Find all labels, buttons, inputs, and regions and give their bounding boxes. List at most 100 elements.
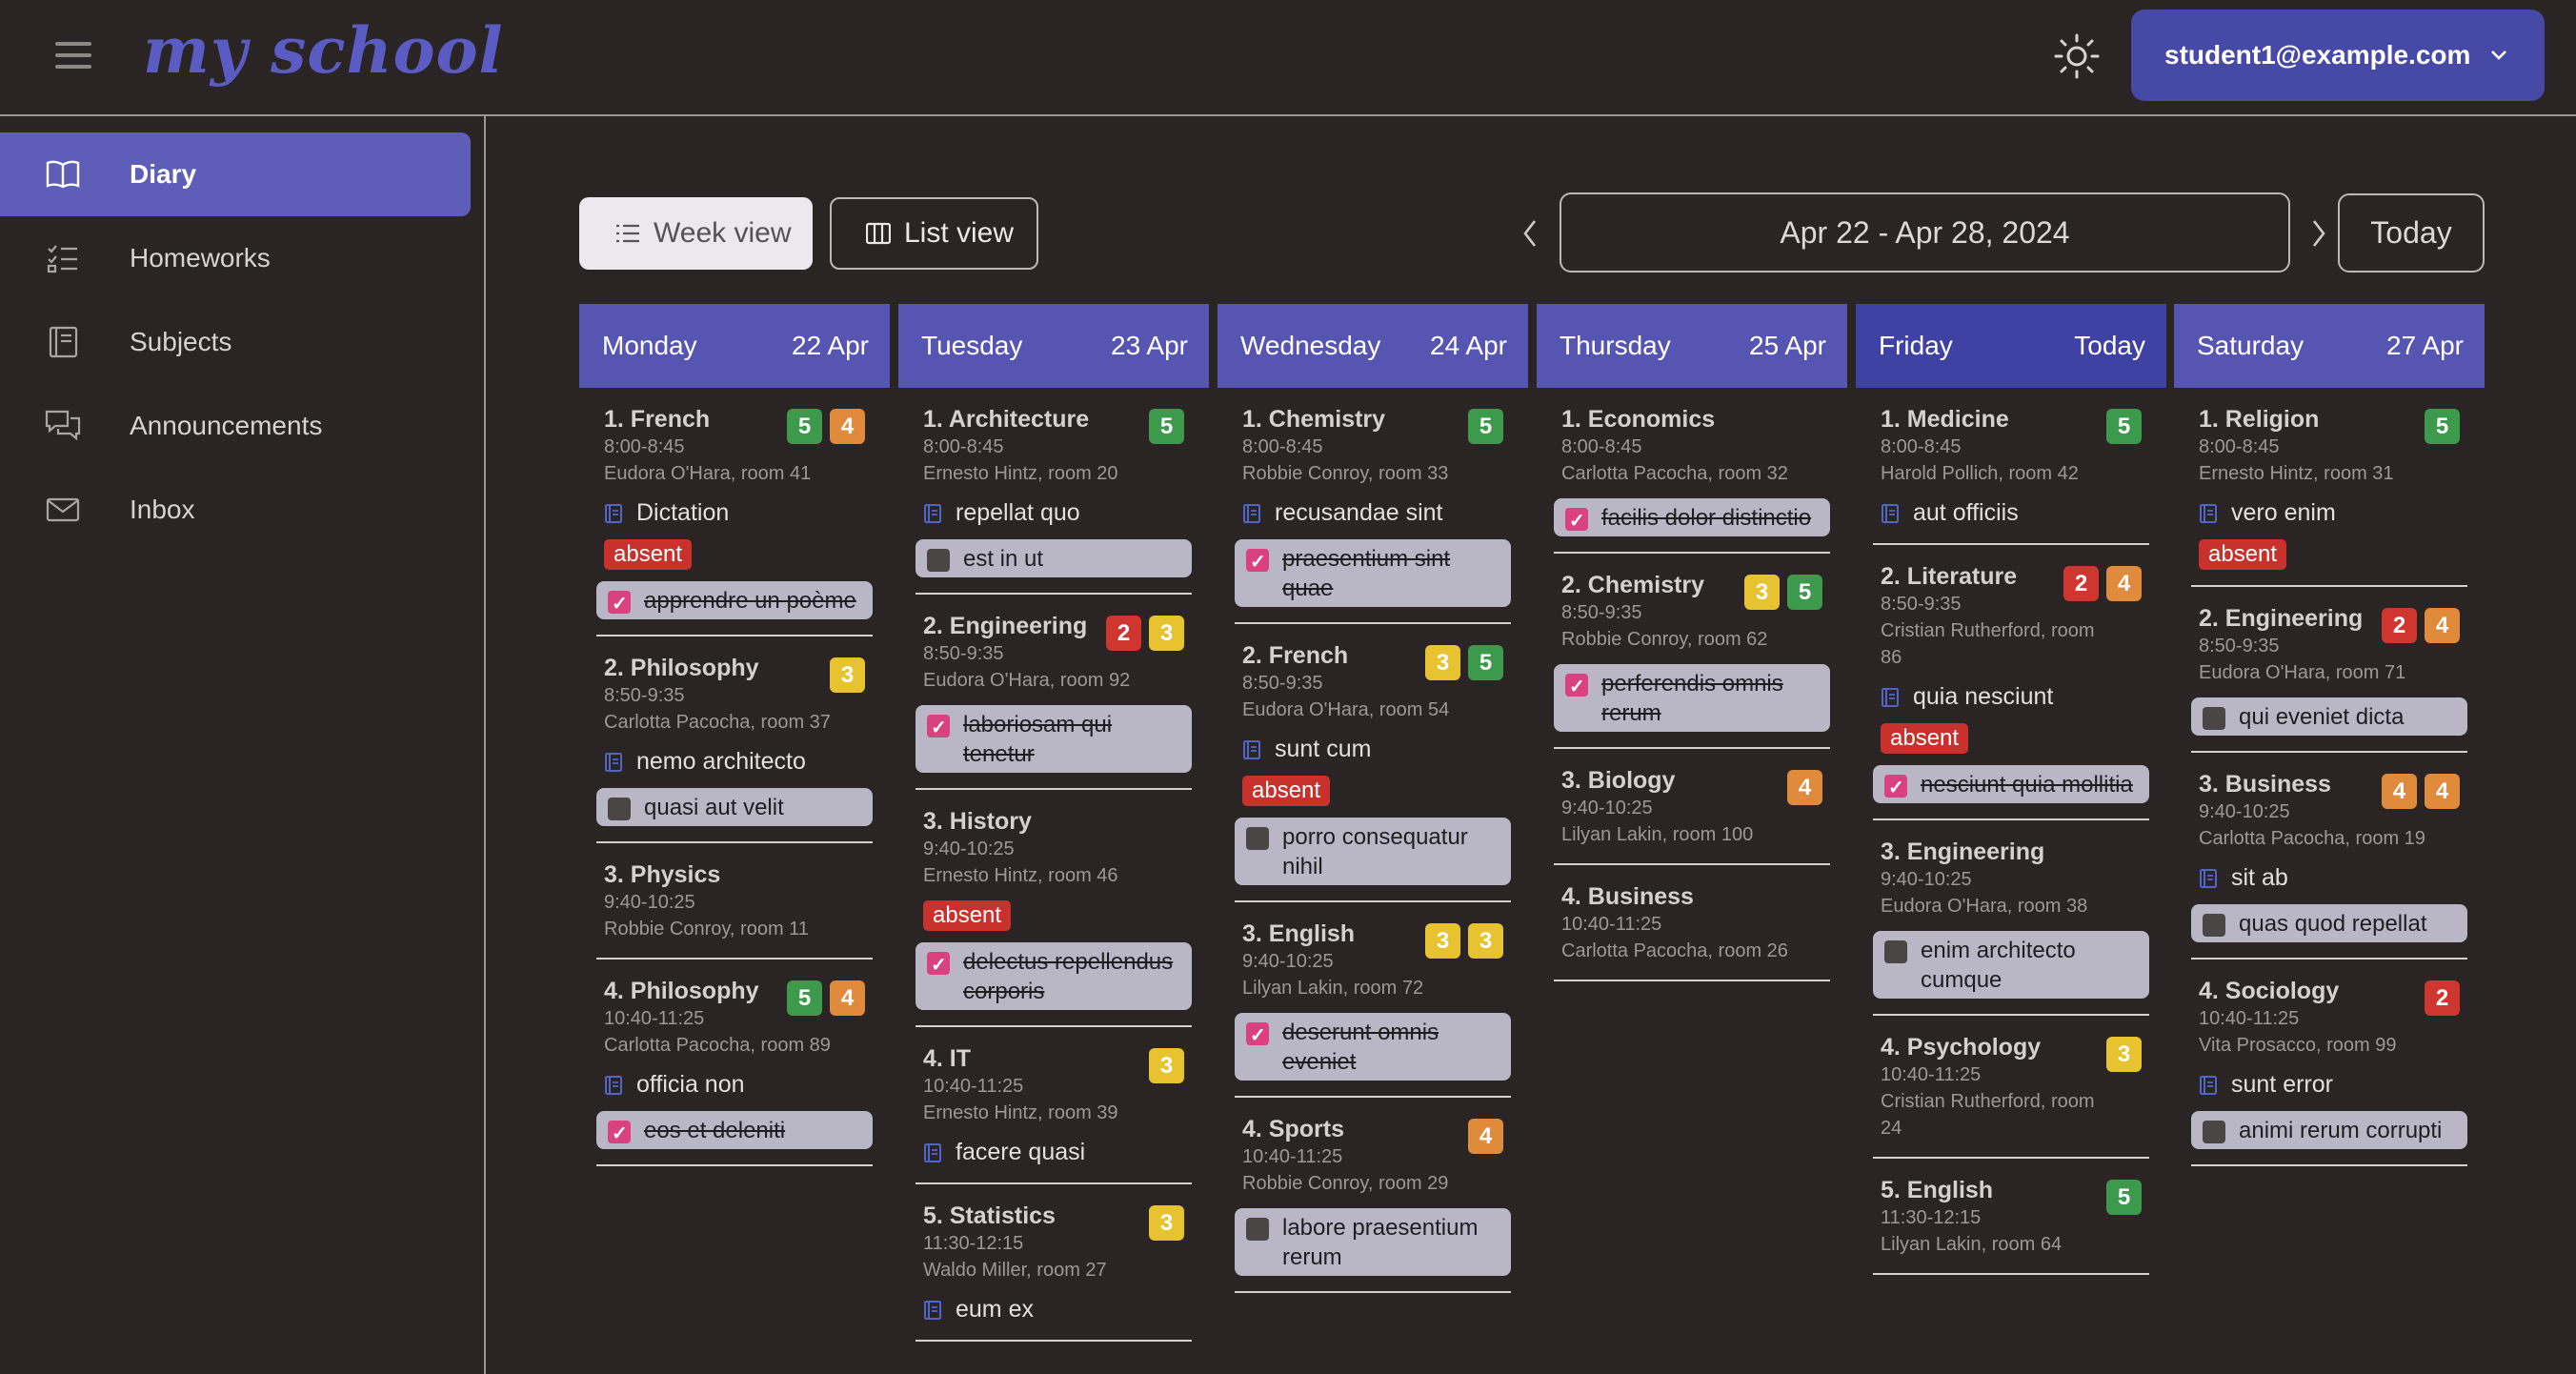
lesson-title[interactable]: 1. French — [596, 405, 777, 434]
homework-checkbox[interactable] — [608, 590, 631, 619]
lesson-card[interactable]: 3. Biology 9:40-10:25 Lilyan Lakin, room 1… — [1554, 749, 1830, 865]
lesson-title[interactable]: 4. Business — [1554, 882, 1735, 911]
lesson-title[interactable]: 2. French — [1235, 641, 1416, 670]
lesson-card[interactable]: 2. Philosophy 8:50-9:35 Carlotta Pacocha, … — [596, 636, 873, 843]
lesson-card[interactable]: 1. Architecture 8:00-8:45 Ernesto Hintz, r… — [916, 388, 1192, 595]
lesson-card[interactable]: 4. Business 10:40-11:25 Carlotta Pacocha, … — [1554, 865, 1830, 981]
sidebar-item-inbox[interactable]: Inbox — [0, 468, 471, 552]
week-view-button[interactable]: Week view — [579, 197, 813, 270]
grade-badge[interactable]: 5 — [1149, 409, 1184, 444]
lesson-title[interactable]: 4. Sports — [1235, 1115, 1416, 1143]
lesson-title[interactable]: 1. Medicine — [1873, 405, 2054, 434]
homework-item[interactable]: delectus repellendus corporis — [916, 942, 1192, 1010]
lesson-card[interactable]: 1. Economics 8:00-8:45 Carlotta Pacocha, r… — [1554, 388, 1830, 554]
lesson-title[interactable]: 4. IT — [916, 1044, 1097, 1073]
today-button[interactable]: Today — [2338, 193, 2485, 273]
homework-item[interactable]: qui eveniet dicta — [2191, 697, 2467, 736]
lesson-card[interactable]: 2. Literature 8:50-9:35 Cristian Rutherfor… — [1873, 545, 2149, 820]
lesson-card[interactable]: 4. Psychology 10:40-11:25 Cristian Rutherf… — [1873, 1016, 2149, 1159]
grade-badge[interactable]: 5 — [1468, 409, 1503, 444]
lesson-card[interactable]: 3. Engineering 9:40-10:25 Eudora O'Hara, r… — [1873, 820, 2149, 1016]
lesson-title[interactable]: 2. Literature — [1873, 562, 2054, 591]
lesson-title[interactable]: 3. Engineering — [1873, 838, 2054, 866]
user-menu-button[interactable]: student1@example.com — [2131, 10, 2545, 101]
lesson-title[interactable]: 3. Physics — [596, 860, 777, 889]
lesson-title[interactable]: 1. Economics — [1554, 405, 1735, 434]
homework-item[interactable]: quasi aut velit — [596, 788, 873, 826]
homework-checkbox[interactable] — [1246, 1218, 1269, 1241]
lesson-card[interactable]: 3. History 9:40-10:25 Ernesto Hintz, room … — [916, 790, 1192, 1027]
grade-badge[interactable]: 5 — [787, 409, 822, 444]
sidebar-item-announcements[interactable]: Announcements — [0, 384, 471, 468]
homework-item[interactable]: eos et deleniti — [596, 1111, 873, 1149]
lesson-card[interactable]: 1. Medicine 8:00-8:45 Harold Pollich, room… — [1873, 388, 2149, 545]
grade-badge[interactable]: 3 — [1744, 575, 1780, 610]
homework-checkbox[interactable] — [927, 951, 950, 980]
homework-checkbox[interactable] — [2203, 1121, 2225, 1143]
grade-badge[interactable]: 4 — [830, 409, 865, 444]
homework-checkbox[interactable] — [608, 1120, 631, 1149]
homework-checkbox[interactable] — [1246, 548, 1269, 577]
grade-badge[interactable]: 5 — [1787, 575, 1822, 610]
grade-badge[interactable]: 5 — [1468, 645, 1503, 680]
sidebar-item-diary[interactable]: Diary — [0, 132, 471, 216]
lesson-card[interactable]: 1. French 8:00-8:45 Eudora O'Hara, room 41… — [596, 388, 873, 636]
homework-item[interactable]: nesciunt quia mollitia — [1873, 765, 2149, 803]
homework-checkbox[interactable] — [927, 714, 950, 743]
lesson-title[interactable]: 4. Sociology — [2191, 977, 2372, 1005]
lesson-title[interactable]: 3. History — [916, 807, 1097, 836]
lesson-card[interactable]: 2. Engineering 8:50-9:35 Eudora O'Hara, ro… — [916, 595, 1192, 790]
date-range-picker[interactable]: Apr 22 - Apr 28, 2024 — [1560, 192, 2290, 273]
homework-checkbox[interactable] — [2203, 707, 2225, 730]
lesson-title[interactable]: 2. Engineering — [916, 612, 1097, 640]
homework-checkbox[interactable] — [1246, 827, 1269, 850]
app-logo[interactable]: my school — [143, 13, 504, 88]
grade-badge[interactable]: 4 — [2425, 608, 2460, 643]
lesson-title[interactable]: 4. Psychology — [1873, 1033, 2054, 1061]
homework-checkbox[interactable] — [1246, 1021, 1269, 1051]
homework-item[interactable]: animi rerum corrupti — [2191, 1111, 2467, 1149]
lesson-title[interactable]: 5. English — [1873, 1176, 2054, 1204]
lesson-title[interactable]: 1. Chemistry — [1235, 405, 1416, 434]
sidebar-item-homeworks[interactable]: Homeworks — [0, 216, 471, 300]
grade-badge[interactable]: 3 — [1425, 923, 1460, 959]
grade-badge[interactable]: 3 — [2106, 1037, 2142, 1072]
grade-badge[interactable]: 4 — [2382, 774, 2417, 809]
homework-item[interactable]: perferendis omnis rerum — [1554, 664, 1830, 732]
grade-badge[interactable]: 3 — [1149, 1048, 1184, 1083]
grade-badge[interactable]: 2 — [1106, 616, 1141, 651]
lesson-card[interactable]: 4. Philosophy 10:40-11:25 Carlotta Pacocha… — [596, 960, 873, 1166]
grade-badge[interactable]: 4 — [830, 980, 865, 1016]
lesson-card[interactable]: 5. English 11:30-12:15 Lilyan Lakin, room … — [1873, 1159, 2149, 1275]
lesson-card[interactable]: 1. Chemistry 8:00-8:45 Robbie Conroy, room… — [1235, 388, 1511, 624]
homework-item[interactable]: quas quod repellat — [2191, 904, 2467, 942]
chevron-left-icon[interactable] — [1520, 217, 1540, 250]
lesson-title[interactable]: 2. Philosophy — [596, 654, 777, 682]
grade-badge[interactable]: 4 — [1468, 1119, 1503, 1154]
lesson-title[interactable]: 3. Business — [2191, 770, 2372, 798]
lesson-title[interactable]: 3. Biology — [1554, 766, 1735, 795]
lesson-card[interactable]: 3. Physics 9:40-10:25 Robbie Conroy, room … — [596, 843, 873, 960]
lesson-card[interactable]: 2. French 8:50-9:35 Eudora O'Hara, room 54… — [1235, 624, 1511, 902]
lesson-card[interactable]: 1. Religion 8:00-8:45 Ernesto Hintz, room … — [2191, 388, 2467, 587]
homework-checkbox[interactable] — [608, 798, 631, 820]
lesson-title[interactable]: 1. Religion — [2191, 405, 2372, 434]
homework-checkbox[interactable] — [1565, 507, 1588, 536]
lesson-card[interactable]: 4. Sociology 10:40-11:25 Vita Prosacco, ro… — [2191, 960, 2467, 1166]
lesson-title[interactable]: 1. Architecture — [916, 405, 1097, 434]
grade-badge[interactable]: 4 — [2425, 774, 2460, 809]
lesson-title[interactable]: 5. Statistics — [916, 1202, 1097, 1230]
homework-item[interactable]: facilis dolor distinctio — [1554, 498, 1830, 536]
lesson-card[interactable]: 3. English 9:40-10:25 Lilyan Lakin, room 7… — [1235, 902, 1511, 1098]
homework-item[interactable]: porro consequatur nihil — [1235, 818, 1511, 885]
grade-badge[interactable]: 5 — [2106, 409, 2142, 444]
homework-checkbox[interactable] — [927, 549, 950, 572]
grade-badge[interactable]: 2 — [2063, 566, 2099, 601]
homework-item[interactable]: laboriosam qui tenetur — [916, 705, 1192, 773]
lesson-title[interactable]: 3. English — [1235, 919, 1416, 948]
grade-badge[interactable]: 3 — [1425, 645, 1460, 680]
list-view-button[interactable]: List view — [830, 197, 1038, 270]
grade-badge[interactable]: 2 — [2382, 608, 2417, 643]
homework-checkbox[interactable] — [1884, 774, 1907, 803]
homework-item[interactable]: labore praesentium rerum — [1235, 1208, 1511, 1276]
